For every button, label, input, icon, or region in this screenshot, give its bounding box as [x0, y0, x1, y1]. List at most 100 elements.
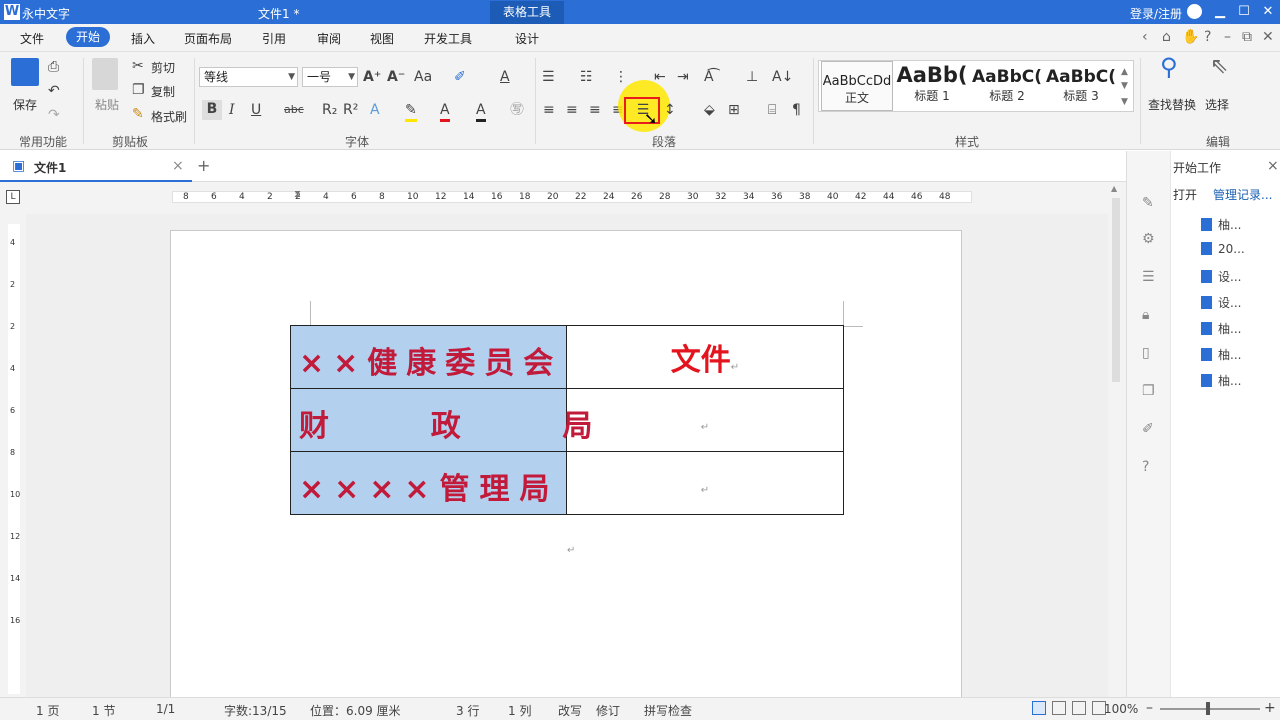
status-revise[interactable]: 修订 [596, 702, 620, 719]
text-effect-icon[interactable]: A [370, 101, 380, 119]
tab-stop-icon[interactable]: L [6, 190, 20, 204]
align-right-icon[interactable]: ≡ [589, 101, 601, 119]
font-name-combo[interactable]: 等线 ▼ [199, 67, 298, 87]
menu-file[interactable]: 文件 [20, 30, 44, 47]
shrink-font-icon[interactable]: A⁻ [387, 68, 405, 86]
paste-icon[interactable] [92, 58, 118, 90]
table-cell-right[interactable]: ↵ [566, 388, 844, 452]
cut-button[interactable]: 剪切 [151, 59, 175, 76]
new-tab-button[interactable]: + [197, 157, 210, 175]
menu-design[interactable]: 设计 [515, 30, 539, 47]
clipboard-icon[interactable]: ▯ [1142, 345, 1150, 361]
copy-doc-icon[interactable]: ❐ [1142, 383, 1155, 399]
vertical-scrollbar[interactable]: ▲ [1108, 182, 1126, 697]
menu-view[interactable]: 视图 [370, 30, 394, 47]
paragraph-shading-icon[interactable]: ⬙ [704, 101, 715, 119]
table-cell-left[interactable]: ××健康委员会 [290, 325, 567, 389]
recent-file[interactable]: 20... [1201, 242, 1245, 256]
highlight-icon[interactable]: ✎ [405, 101, 417, 122]
grow-font-icon[interactable]: A⁺ [363, 68, 381, 86]
clear-format-icon[interactable]: ✐ [454, 68, 466, 86]
italic-icon[interactable]: I [229, 101, 235, 119]
ribbon-close-icon[interactable]: ✕ [1262, 29, 1274, 45]
table-border-icon[interactable]: ⊞ [728, 101, 740, 119]
scroll-thumb[interactable] [1112, 198, 1120, 382]
login-link[interactable]: 登录/注册 [1130, 5, 1182, 22]
indent-marker-icon[interactable]: ⧗ [294, 186, 301, 204]
table-cell-left[interactable]: 财 政 局 [290, 388, 593, 452]
format-painter-icon[interactable]: ✎ [132, 105, 144, 123]
back-icon[interactable]: ‹ [1142, 29, 1148, 45]
zoom-in-icon[interactable]: + [1264, 699, 1276, 717]
menu-insert[interactable]: 插入 [131, 30, 155, 47]
undo-icon[interactable]: ↶ [48, 82, 60, 100]
note-icon[interactable]: ✐ [1142, 421, 1154, 437]
ribbon-minimize-icon[interactable]: – [1224, 29, 1231, 45]
page-view-icon[interactable] [1032, 701, 1046, 715]
text-box-icon[interactable]: A [500, 68, 510, 86]
style-normal[interactable]: AaBbCcDd 正文 [821, 61, 893, 111]
outline-view-icon[interactable] [1072, 701, 1086, 715]
ribbon-restore-icon[interactable]: ⧉ [1242, 29, 1252, 45]
copy-icon[interactable]: ❐ [132, 81, 145, 99]
save-icon[interactable] [11, 58, 39, 86]
subscript-icon[interactable]: R₂ [322, 101, 337, 119]
list-icon[interactable]: ☰ [1142, 269, 1155, 285]
copy-button[interactable]: 复制 [151, 83, 175, 100]
shading-icon[interactable]: A [476, 101, 486, 122]
show-marks-icon[interactable]: ⌸ [768, 101, 776, 119]
zoom-slider[interactable] [1160, 708, 1260, 710]
find-replace-button[interactable]: 查找替换 [1148, 96, 1196, 113]
sort-icon[interactable]: A↓ [772, 68, 793, 86]
status-overwrite[interactable]: 改写 [558, 702, 582, 719]
style-heading-2[interactable]: AaBbC( 标题 2 [971, 61, 1043, 111]
format-painter-button[interactable]: 格式刷 [151, 108, 187, 125]
select-cursor-icon[interactable]: ⇖ [1210, 56, 1228, 78]
superscript-icon[interactable]: R² [343, 101, 358, 119]
help-icon[interactable]: ? [1204, 29, 1211, 45]
char-spacing-icon[interactable]: A͡ [704, 68, 714, 86]
style-heading-3[interactable]: AaBbC( 标题 3 [1045, 61, 1117, 111]
table-cell-right[interactable]: ↵ [566, 451, 844, 515]
align-left-icon[interactable]: ≡ [543, 101, 555, 119]
border-icon[interactable]: ⊥ [746, 68, 758, 86]
open-link[interactable]: 打开 [1173, 186, 1197, 203]
save-button[interactable]: 保存 [13, 96, 37, 113]
numbering-icon[interactable]: ☷ [580, 68, 593, 86]
more-styles-icon[interactable]: ▼ [1121, 93, 1128, 111]
underline-icon[interactable]: U [251, 101, 261, 119]
bullets-icon[interactable]: ☰ [542, 68, 555, 86]
close-pane-icon[interactable]: × [1267, 157, 1279, 175]
font-color-icon[interactable]: A [440, 101, 450, 122]
recent-file[interactable]: 设... [1201, 268, 1241, 285]
enclosed-char-icon[interactable]: ㊢ [510, 101, 524, 119]
recent-file[interactable]: 柚... [1201, 372, 1241, 389]
tab-document[interactable]: ▣ 文件1 × [0, 151, 192, 182]
recent-file[interactable]: 柚... [1201, 320, 1241, 337]
zoom-out-icon[interactable]: – [1146, 699, 1153, 717]
table-cell-right[interactable]: 文件↵ [566, 325, 844, 389]
print-icon[interactable]: ⎙ [48, 58, 59, 76]
pilcrow-icon[interactable]: ¶ [792, 101, 801, 119]
increase-indent-icon[interactable]: ⇥ [677, 68, 689, 86]
menu-review[interactable]: 审阅 [317, 30, 341, 47]
help-icon[interactable]: ? [1142, 459, 1149, 475]
redo-icon[interactable]: ↷ [48, 106, 60, 124]
menu-page-layout[interactable]: 页面布局 [184, 30, 232, 47]
edit-icon[interactable]: ✎ [1142, 195, 1154, 211]
style-heading-1[interactable]: AaBb( 标题 1 [895, 61, 969, 111]
home-icon[interactable]: ⌂ [1162, 29, 1171, 45]
binoculars-icon[interactable]: ⚲ [1160, 55, 1178, 79]
user-avatar-icon[interactable] [1187, 4, 1202, 19]
scroll-up-icon[interactable]: ▲ [1111, 180, 1117, 198]
manage-records-link[interactable]: 管理记录... [1213, 186, 1272, 203]
change-case-icon[interactable]: Aa [414, 68, 432, 86]
select-button[interactable]: 选择 [1205, 96, 1229, 113]
menu-home[interactable]: 开始 [66, 27, 111, 47]
lock-icon[interactable]: 🔒︎ [1142, 307, 1149, 323]
red-header-table[interactable]: ××健康委员会 文件↵ 财 政 局 ↵ ××××管理局 ↵ [290, 325, 844, 515]
font-size-combo[interactable]: 一号 ▼ [302, 67, 358, 87]
settings-icon[interactable]: ⚙ [1142, 231, 1155, 247]
recent-file[interactable]: 柚... [1201, 216, 1241, 233]
close-tab-icon[interactable]: × [172, 157, 184, 175]
